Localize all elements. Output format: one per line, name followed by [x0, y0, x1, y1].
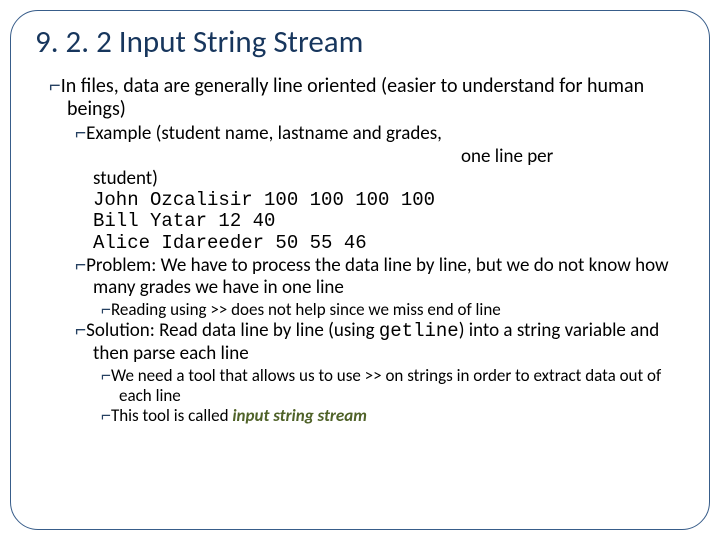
- example-student-close: student): [93, 168, 689, 190]
- bullet-problem: ⌐Problem: We have to process the data li…: [75, 255, 689, 299]
- solution-sub2-emph: input string stream: [232, 405, 367, 426]
- solution-sub2-pre: This tool is called: [111, 405, 232, 426]
- example-row: Bill Yatar 12 40: [93, 211, 689, 233]
- example-lead: Example (student name, lastname and grad…: [86, 122, 442, 145]
- bullet-solution-sub2: ⌐This tool is called input string stream: [101, 406, 689, 426]
- bullet-icon: ⌐: [101, 366, 111, 385]
- bullet-main: ⌐In files, data are generally line orien…: [49, 75, 689, 121]
- solution-pre: : Read data line by line (using: [150, 319, 379, 342]
- bullet-solution: ⌐Solution: Read data line by line (using…: [75, 320, 689, 365]
- example-row: Alice Idareeder 50 55 46: [93, 233, 689, 255]
- bullet-icon: ⌐: [49, 75, 61, 97]
- bullet-icon: ⌐: [75, 255, 86, 276]
- solution-code: getline: [379, 320, 459, 342]
- example-row: John Ozcalisir 100 100 100 100: [93, 190, 689, 212]
- solution-sub1-text: We need a tool that allows us to use >> …: [111, 365, 661, 406]
- slide-title: 9. 2. 2 Input String Stream: [35, 23, 689, 61]
- bullet-icon: ⌐: [75, 320, 86, 341]
- bullet-icon: ⌐: [101, 300, 111, 319]
- slide-frame: 9. 2. 2 Input String Stream ⌐In files, d…: [10, 10, 710, 530]
- bullet-icon: ⌐: [75, 123, 86, 144]
- bullet-solution-sub1: ⌐We need a tool that allows us to use >>…: [101, 366, 689, 405]
- bullet-icon: ⌐: [101, 406, 111, 425]
- bullet-problem-sub: ⌐Reading using >> does not help since we…: [101, 300, 689, 320]
- bullet-main-text: In files, data are generally line orient…: [61, 74, 644, 121]
- solution-label: Solution: [86, 319, 150, 342]
- example-right-fragment: one line per: [461, 146, 689, 168]
- problem-text: : We have to process the data line by li…: [93, 254, 669, 299]
- problem-sub-text: Reading using >> does not help since we …: [111, 299, 501, 320]
- problem-label: Problem: [86, 254, 151, 277]
- bullet-example: ⌐Example (student name, lastname and gra…: [75, 123, 689, 145]
